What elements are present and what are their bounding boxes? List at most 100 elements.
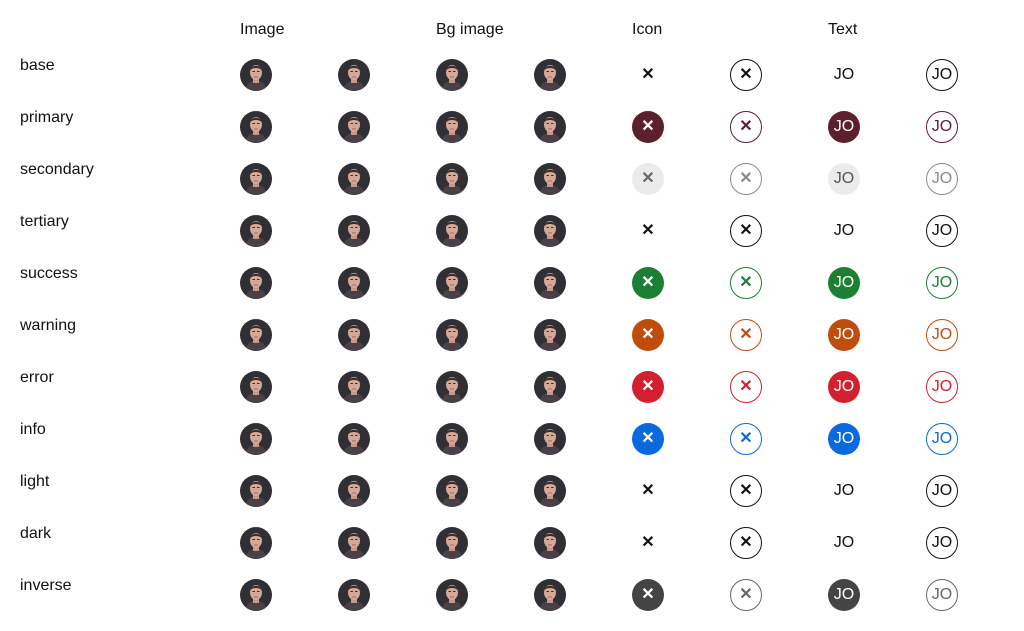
bg-image-avatar-alt-error xyxy=(534,371,566,403)
image-avatar-alt-dark xyxy=(338,527,370,559)
row-label-success: success xyxy=(20,265,78,282)
bg-image-avatar-light xyxy=(436,475,468,507)
bg-image-avatar-primary xyxy=(436,111,468,143)
text-avatar-error: JO xyxy=(828,371,860,403)
bg-image-avatar-alt-warning xyxy=(534,319,566,351)
icon-avatar-outline-warning: ✕ xyxy=(730,319,762,351)
avatar-initials: JO xyxy=(833,378,855,395)
row-label-inverse: inverse xyxy=(20,577,72,594)
text-avatar-info: JO xyxy=(828,423,860,455)
avatar-initials: JO xyxy=(833,482,855,499)
close-icon: ✕ xyxy=(641,534,655,551)
close-icon: ✕ xyxy=(641,482,655,499)
text-avatar-base: JO xyxy=(828,59,860,91)
bg-image-avatar-inverse xyxy=(436,579,468,611)
bg-image-avatar-alt-light xyxy=(534,475,566,507)
avatar-initials: JO xyxy=(833,222,855,239)
row-label-primary: primary xyxy=(20,109,74,126)
avatar-initials: JO xyxy=(833,326,855,343)
bg-image-avatar-error xyxy=(436,371,468,403)
bg-image-avatar-info xyxy=(436,423,468,455)
text-avatar-outline-base: JO xyxy=(926,59,958,91)
text-avatar-outline-success: JO xyxy=(926,267,958,299)
close-icon: ✕ xyxy=(739,326,753,343)
text-avatar-outline-error: JO xyxy=(926,371,958,403)
icon-avatar-outline-tertiary: ✕ xyxy=(730,215,762,247)
avatar-initials: JO xyxy=(833,430,855,447)
bg-image-avatar-dark xyxy=(436,527,468,559)
bg-image-avatar-alt-primary xyxy=(534,111,566,143)
avatar-initials: JO xyxy=(833,534,855,551)
column-header-icon: Icon xyxy=(632,21,663,38)
bg-image-avatar-secondary xyxy=(436,163,468,195)
close-icon: ✕ xyxy=(739,170,753,187)
close-icon: ✕ xyxy=(641,274,655,291)
close-icon: ✕ xyxy=(739,430,753,447)
avatar-initials: JO xyxy=(931,66,953,83)
close-icon: ✕ xyxy=(739,274,753,291)
image-avatar-success xyxy=(240,267,272,299)
text-avatar-outline-info: JO xyxy=(926,423,958,455)
image-avatar-secondary xyxy=(240,163,272,195)
avatar-initials: JO xyxy=(833,170,855,187)
close-icon: ✕ xyxy=(641,170,655,187)
text-avatar-outline-light: JO xyxy=(926,475,958,507)
close-icon: ✕ xyxy=(641,222,655,239)
icon-avatar-base: ✕ xyxy=(632,59,664,91)
row-label-secondary: secondary xyxy=(20,161,94,178)
close-icon: ✕ xyxy=(739,378,753,395)
close-icon: ✕ xyxy=(641,66,655,83)
row-label-warning: warning xyxy=(20,317,77,334)
close-icon: ✕ xyxy=(641,430,655,447)
avatar-initials: JO xyxy=(931,222,953,239)
text-avatar-success: JO xyxy=(828,267,860,299)
icon-avatar-outline-error: ✕ xyxy=(730,371,762,403)
close-icon: ✕ xyxy=(641,378,655,395)
icon-avatar-success: ✕ xyxy=(632,267,664,299)
image-avatar-alt-tertiary xyxy=(338,215,370,247)
bg-image-avatar-alt-info xyxy=(534,423,566,455)
image-avatar-info xyxy=(240,423,272,455)
bg-image-avatar-warning xyxy=(436,319,468,351)
avatar-initials: JO xyxy=(931,534,953,551)
icon-avatar-outline-secondary: ✕ xyxy=(730,163,762,195)
row-label-info: info xyxy=(20,421,46,438)
image-avatar-alt-secondary xyxy=(338,163,370,195)
row-label-tertiary: tertiary xyxy=(20,213,69,230)
text-avatar-outline-warning: JO xyxy=(926,319,958,351)
row-label-light: light xyxy=(20,473,50,490)
icon-avatar-outline-success: ✕ xyxy=(730,267,762,299)
close-icon: ✕ xyxy=(739,534,753,551)
image-avatar-alt-success xyxy=(338,267,370,299)
text-avatar-primary: JO xyxy=(828,111,860,143)
icon-avatar-tertiary: ✕ xyxy=(632,215,664,247)
close-icon: ✕ xyxy=(641,326,655,343)
text-avatar-light: JO xyxy=(828,475,860,507)
icon-avatar-outline-inverse: ✕ xyxy=(730,579,762,611)
image-avatar-inverse xyxy=(240,579,272,611)
close-icon: ✕ xyxy=(739,222,753,239)
column-header-image: Image xyxy=(240,21,285,38)
avatar-initials: JO xyxy=(833,66,855,83)
image-avatar-error xyxy=(240,371,272,403)
avatar-initials: JO xyxy=(931,326,953,343)
avatar-initials: JO xyxy=(931,118,953,135)
close-icon: ✕ xyxy=(739,586,753,603)
avatar-initials: JO xyxy=(931,378,953,395)
icon-avatar-outline-info: ✕ xyxy=(730,423,762,455)
image-avatar-primary xyxy=(240,111,272,143)
text-avatar-outline-dark: JO xyxy=(926,527,958,559)
avatar-initials: JO xyxy=(833,274,855,291)
bg-image-avatar-success xyxy=(436,267,468,299)
column-header-text: Text xyxy=(828,21,858,38)
avatar-variants-page: { "columns": { "image": "Image", "bg_ima… xyxy=(0,0,1024,631)
avatar-initials: JO xyxy=(833,118,855,135)
icon-avatar-outline-base: ✕ xyxy=(730,59,762,91)
text-avatar-inverse: JO xyxy=(828,579,860,611)
icon-avatar-inverse: ✕ xyxy=(632,579,664,611)
bg-image-avatar-tertiary xyxy=(436,215,468,247)
icon-avatar-outline-primary: ✕ xyxy=(730,111,762,143)
icon-avatar-primary: ✕ xyxy=(632,111,664,143)
text-avatar-outline-secondary: JO xyxy=(926,163,958,195)
image-avatar-base xyxy=(240,59,272,91)
